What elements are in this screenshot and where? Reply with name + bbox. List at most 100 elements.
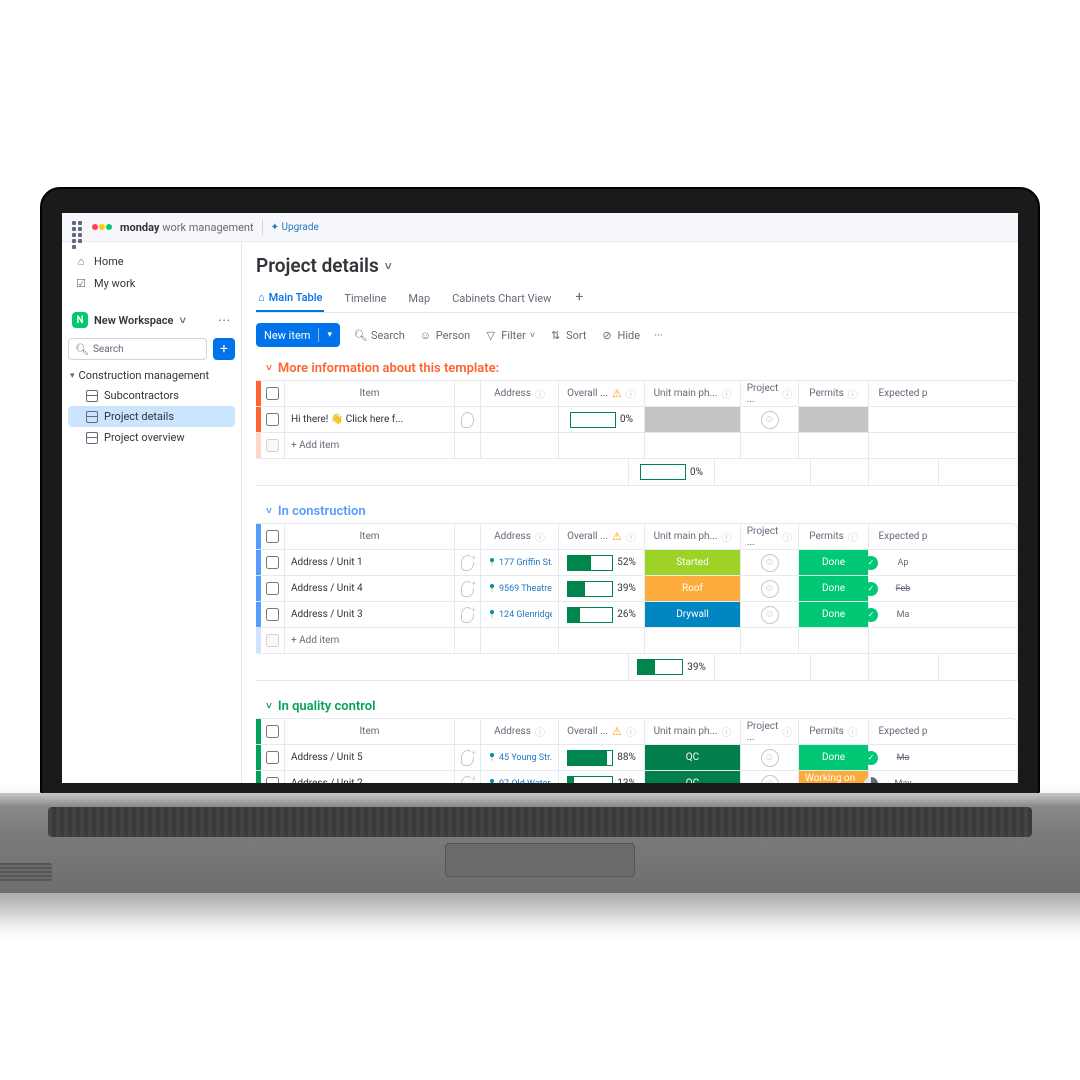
- tree-item-project-overview[interactable]: Project overview: [68, 427, 235, 448]
- col-expected[interactable]: Expected p: [869, 719, 937, 744]
- row-progress[interactable]: 88%: [559, 745, 645, 770]
- col-phase[interactable]: Unit main ph...ⓘ: [645, 381, 741, 406]
- sidebar-home[interactable]: ⌂Home: [68, 250, 235, 272]
- row-progress[interactable]: 26%: [559, 602, 645, 627]
- col-overall[interactable]: Overall ...⚠ⓘ: [559, 524, 645, 549]
- row-phase[interactable]: Drywall: [645, 602, 741, 627]
- row-phase[interactable]: QC: [645, 771, 741, 783]
- row-phase[interactable]: [645, 407, 741, 432]
- row-expected[interactable]: Ma: [869, 602, 937, 627]
- col-item[interactable]: Item: [285, 381, 455, 406]
- row-manager[interactable]: ☺: [741, 771, 799, 783]
- chat-add-icon[interactable]: [461, 607, 474, 623]
- tab-add-button[interactable]: +: [571, 285, 587, 312]
- chat-icon[interactable]: [461, 412, 474, 428]
- chat-add-icon[interactable]: [461, 776, 474, 784]
- add-item-row[interactable]: + Add item: [256, 628, 1017, 654]
- row-item[interactable]: Address / Unit 4: [285, 576, 455, 601]
- row-phase[interactable]: Started: [645, 550, 741, 575]
- row-expected[interactable]: [869, 407, 937, 432]
- toolbar-more-icon[interactable]: ···: [654, 329, 663, 342]
- tab-timeline[interactable]: Timeline: [342, 285, 388, 312]
- col-item[interactable]: Item: [285, 524, 455, 549]
- row-manager[interactable]: ☺: [741, 745, 799, 770]
- row-expected[interactable]: Feb: [869, 576, 937, 601]
- col-address[interactable]: Addressⓘ: [481, 381, 559, 406]
- col-item[interactable]: Item: [285, 719, 455, 744]
- add-item-row[interactable]: + Add item: [256, 433, 1017, 459]
- row-progress[interactable]: 0%: [559, 407, 645, 432]
- chat-add-icon[interactable]: [461, 581, 474, 597]
- row-item[interactable]: Address / Unit 1: [285, 550, 455, 575]
- row-progress[interactable]: 13%: [559, 771, 645, 783]
- col-expected[interactable]: Expected p: [869, 381, 937, 406]
- row-checkbox[interactable]: [261, 771, 285, 783]
- group-header[interactable]: ˅In quality control: [256, 695, 1018, 718]
- toolbar-hide[interactable]: ⊘Hide: [601, 329, 641, 342]
- toolbar-person[interactable]: ☺Person: [419, 329, 470, 342]
- address-link[interactable]: 97 Old Water ...: [487, 779, 552, 784]
- row-manager[interactable]: ☺: [741, 407, 799, 432]
- row-checkbox[interactable]: [261, 407, 285, 432]
- sidebar-search-input[interactable]: 🔍︎Search: [68, 338, 207, 360]
- page-title[interactable]: Project details˅: [256, 252, 1018, 279]
- row-checkbox[interactable]: [261, 745, 285, 770]
- apps-grid-icon[interactable]: [72, 221, 84, 233]
- address-link[interactable]: 45 Young Str...: [487, 753, 552, 763]
- row-manager[interactable]: ☺: [741, 550, 799, 575]
- group-header[interactable]: ˅In construction: [256, 500, 1018, 523]
- workspace-more-icon[interactable]: ···: [218, 314, 231, 327]
- row-expected[interactable]: Ap: [869, 550, 937, 575]
- row-phase[interactable]: QC: [645, 745, 741, 770]
- row-progress[interactable]: 52%: [559, 550, 645, 575]
- row-manager[interactable]: ☺: [741, 602, 799, 627]
- col-address[interactable]: Addressⓘ: [481, 524, 559, 549]
- col-phase[interactable]: Unit main ph...ⓘ: [645, 719, 741, 744]
- row-permit[interactable]: [799, 407, 869, 432]
- col-permits[interactable]: Permitsⓘ: [799, 381, 869, 406]
- row-item[interactable]: Address / Unit 5: [285, 745, 455, 770]
- col-address[interactable]: Addressⓘ: [481, 719, 559, 744]
- address-link[interactable]: 9569 Theatre ...: [487, 584, 552, 594]
- row-checkbox[interactable]: [261, 576, 285, 601]
- col-overall[interactable]: Overall ...⚠ⓘ: [559, 719, 645, 744]
- toolbar-search[interactable]: 🔍︎Search: [354, 329, 405, 342]
- col-permits[interactable]: Permitsⓘ: [799, 524, 869, 549]
- address-link[interactable]: 177 Griffin St...: [487, 558, 552, 568]
- row-permit[interactable]: Done✓: [799, 745, 869, 770]
- row-checkbox[interactable]: [261, 550, 285, 575]
- col-checkbox[interactable]: [261, 381, 285, 406]
- col-expected[interactable]: Expected p: [869, 524, 937, 549]
- row-expected[interactable]: May: [869, 771, 937, 783]
- col-overall[interactable]: Overall ...⚠ⓘ: [559, 381, 645, 406]
- address-link[interactable]: 124 Glenridge...: [487, 610, 552, 620]
- row-item[interactable]: Address / Unit 3: [285, 602, 455, 627]
- col-permits[interactable]: Permitsⓘ: [799, 719, 869, 744]
- row-permit[interactable]: Done✓: [799, 550, 869, 575]
- row-item[interactable]: Hi there! 👋 Click here f...: [285, 407, 455, 432]
- row-manager[interactable]: ☺: [741, 576, 799, 601]
- tab-map[interactable]: Map: [406, 285, 432, 312]
- row-phase[interactable]: Roof: [645, 576, 741, 601]
- sidebar-mywork[interactable]: ☑My work: [68, 272, 235, 294]
- col-manager[interactable]: Project ...ⓘ: [741, 524, 799, 549]
- row-permit[interactable]: Done✓: [799, 576, 869, 601]
- row-progress[interactable]: 39%: [559, 576, 645, 601]
- sidebar-add-button[interactable]: +: [213, 338, 235, 360]
- chat-add-icon[interactable]: [461, 750, 474, 766]
- tree-item-project-details[interactable]: Project details: [68, 406, 235, 427]
- row-checkbox[interactable]: [261, 602, 285, 627]
- row-permit[interactable]: Working on it: [799, 771, 869, 783]
- col-checkbox[interactable]: [261, 524, 285, 549]
- new-item-button[interactable]: New item▾: [256, 323, 340, 347]
- tree-root[interactable]: Construction management: [68, 366, 235, 385]
- col-phase[interactable]: Unit main ph...ⓘ: [645, 524, 741, 549]
- col-checkbox[interactable]: [261, 719, 285, 744]
- row-expected[interactable]: Ma: [869, 745, 937, 770]
- group-header[interactable]: ˅More information about this template:: [256, 357, 1018, 380]
- toolbar-filter[interactable]: ▽Filter˅: [484, 329, 535, 342]
- upgrade-link[interactable]: Upgrade: [271, 222, 319, 233]
- tab-main-table[interactable]: ⌂Main Table: [256, 285, 324, 312]
- chat-add-icon[interactable]: [461, 555, 474, 571]
- row-permit[interactable]: Done✓: [799, 602, 869, 627]
